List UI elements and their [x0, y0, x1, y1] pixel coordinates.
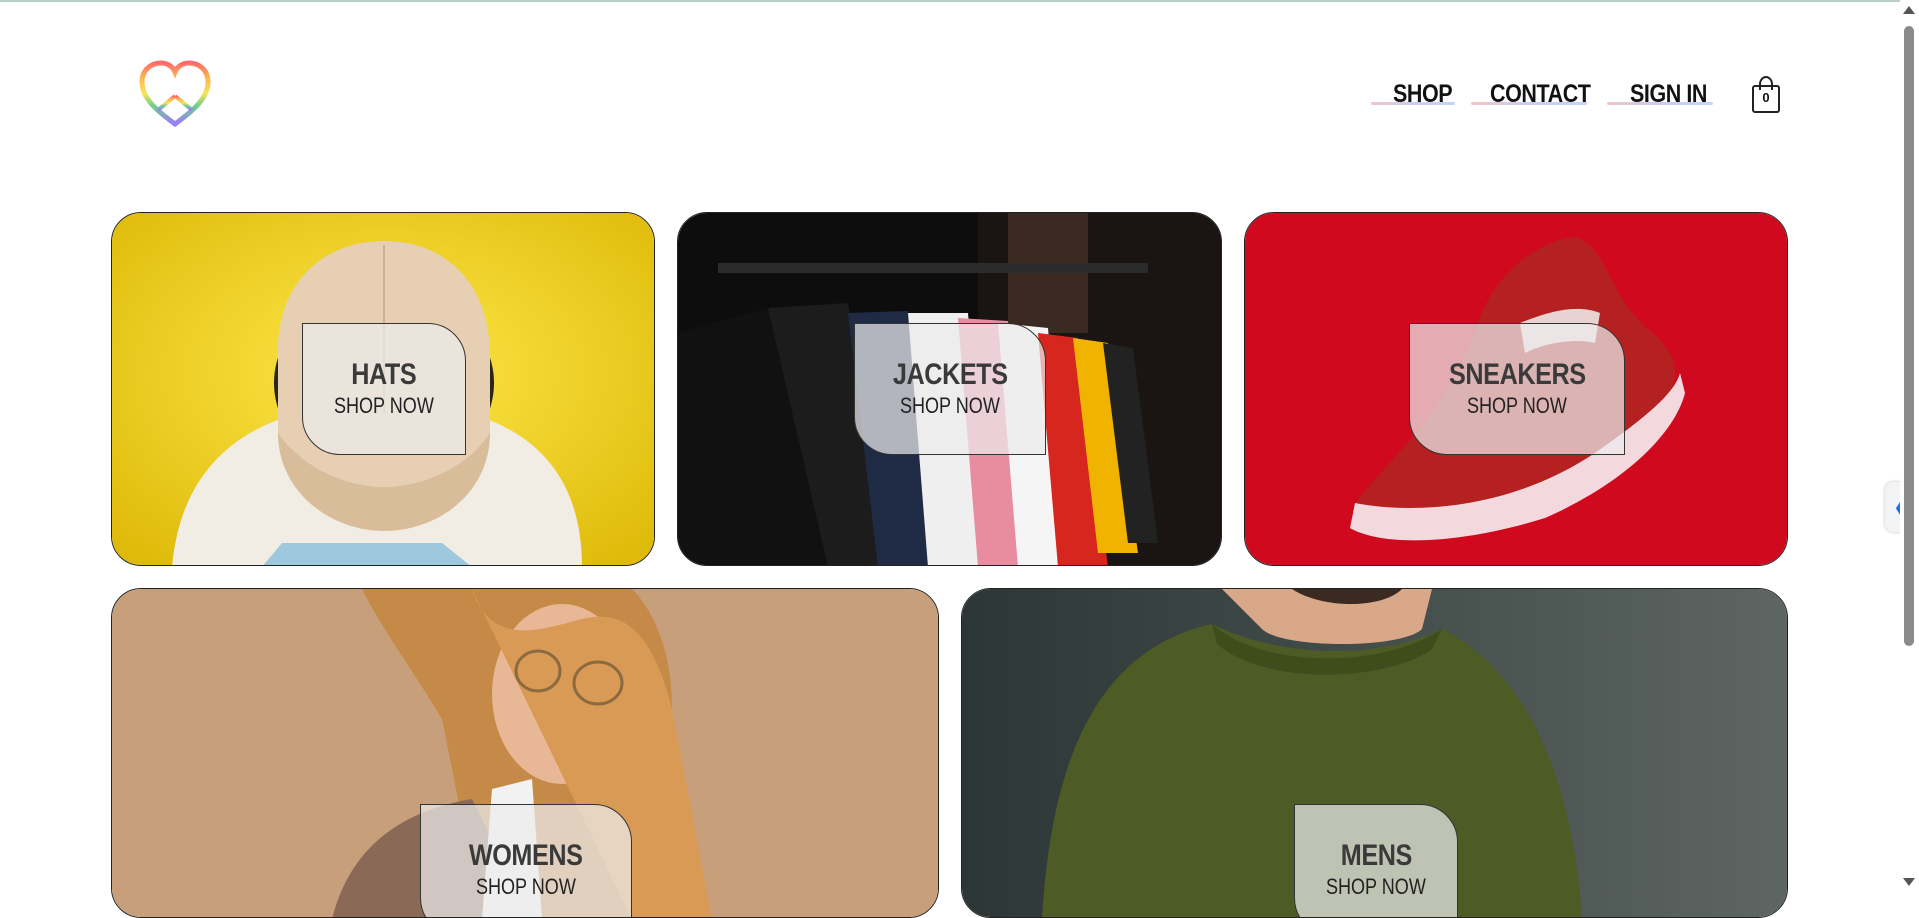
shop-now-link[interactable]: SHOP NOW [900, 392, 1000, 420]
category-title: SNEAKERS [1448, 358, 1586, 391]
category-tile-jackets[interactable]: JACKETS SHOP NOW [677, 212, 1222, 566]
top-border [0, 0, 1919, 2]
category-label-sneakers: SNEAKERS SHOP NOW [1409, 323, 1625, 455]
shop-now-link[interactable]: SHOP NOW [1326, 873, 1426, 901]
category-label-womens: WOMENS SHOP NOW [420, 804, 632, 917]
scroll-up-arrow-icon[interactable] [1903, 6, 1915, 14]
shop-now-link[interactable]: SHOP NOW [476, 873, 576, 901]
category-tile-hats[interactable]: HATS SHOP NOW [111, 212, 655, 566]
category-label-jackets: JACKETS SHOP NOW [854, 323, 1046, 455]
category-tile-mens[interactable]: MENS SHOP NOW [961, 588, 1788, 918]
category-title: WOMENS [469, 839, 583, 872]
nav-link-shop[interactable]: SHOP [1393, 76, 1453, 112]
category-label-hats: HATS SHOP NOW [302, 323, 466, 455]
category-title: JACKETS [892, 358, 1008, 391]
scroll-down-arrow-icon[interactable] [1903, 878, 1915, 886]
main-nav: SHOP CONTACT SIGN IN [0, 76, 1919, 116]
category-label-mens: MENS SHOP NOW [1294, 804, 1458, 917]
shop-now-link[interactable]: SHOP NOW [334, 392, 434, 420]
nav-link-sign-in[interactable]: SIGN IN [1630, 76, 1707, 112]
category-tile-sneakers[interactable]: SNEAKERS SHOP NOW [1244, 212, 1788, 566]
category-title: HATS [351, 358, 417, 391]
category-title: MENS [1340, 839, 1412, 872]
shop-now-link[interactable]: SHOP NOW [1467, 392, 1567, 420]
scrollbar-thumb[interactable] [1904, 26, 1914, 646]
category-tile-womens[interactable]: WOMENS SHOP NOW [111, 588, 939, 918]
cart-count: 0 [1762, 90, 1770, 105]
cart-button[interactable]: 0 [1749, 75, 1783, 114]
nav-link-contact[interactable]: CONTACT [1490, 76, 1591, 112]
